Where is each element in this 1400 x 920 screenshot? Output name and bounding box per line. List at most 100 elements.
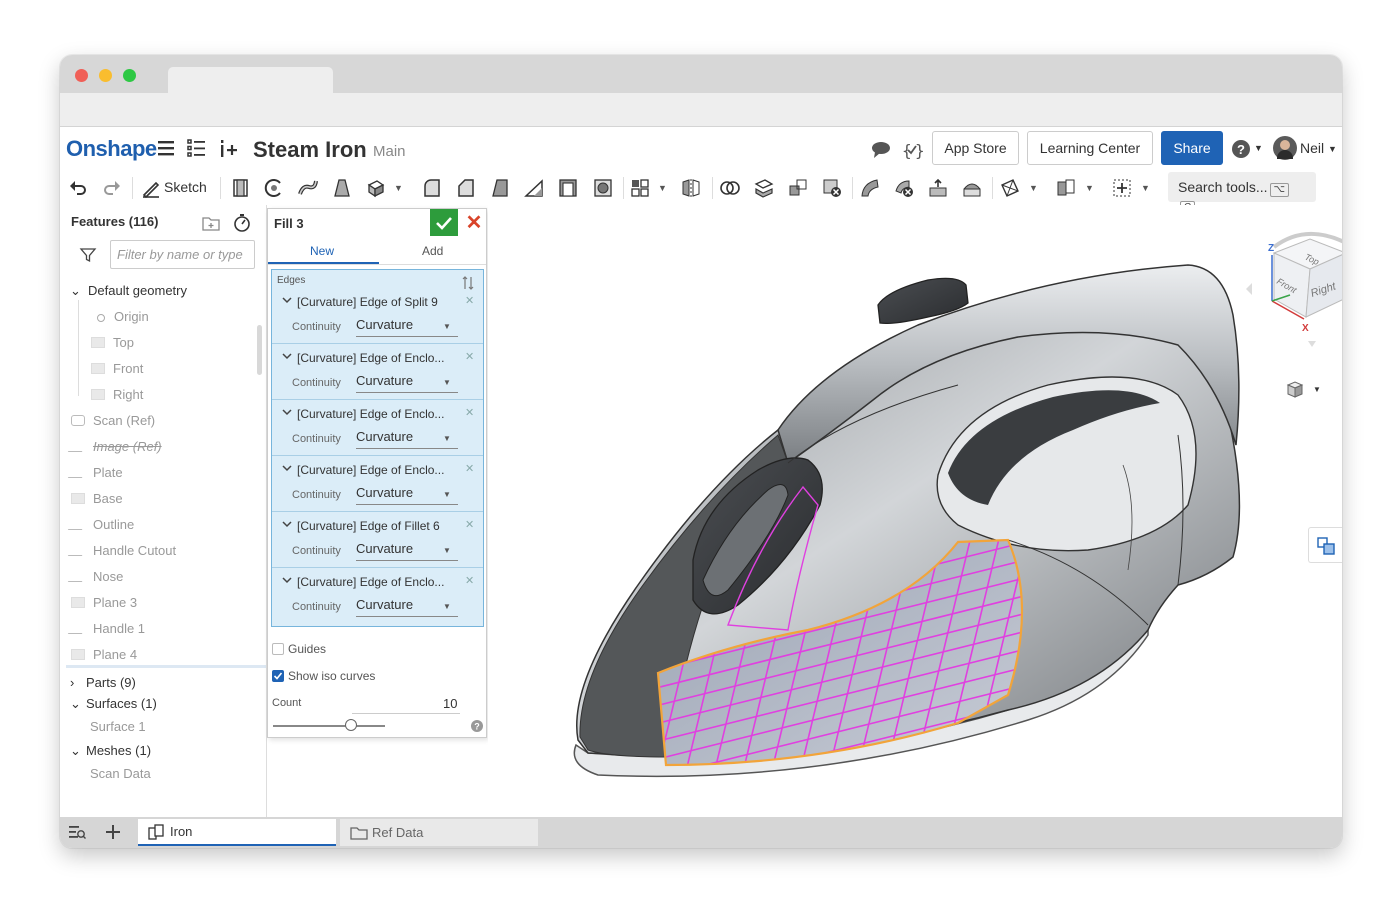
guides-checkbox[interactable] [272, 643, 284, 655]
shell-icon[interactable] [557, 177, 579, 199]
replace-face-icon[interactable] [961, 177, 983, 199]
feature-item-plane-3[interactable]: Plane 3 [71, 595, 137, 610]
help-icon[interactable]: ? [1231, 138, 1253, 160]
add-folder-icon[interactable] [201, 214, 221, 232]
tab-manager-icon[interactable] [68, 824, 86, 840]
fill-title[interactable]: Fill 3 [274, 216, 304, 231]
chevron-down-icon[interactable]: ▼ [1141, 183, 1150, 193]
show-iso-curves-checkbox[interactable] [272, 670, 284, 682]
rib-icon[interactable] [523, 177, 545, 199]
plane-icon[interactable] [999, 177, 1021, 199]
chevron-down-icon[interactable] [282, 575, 292, 585]
feature-item-image-ref[interactable]: Image (Ref) [67, 439, 162, 454]
chevron-down-icon[interactable]: ▼ [443, 602, 451, 611]
feature-filter-input[interactable]: Filter by name or type [110, 240, 255, 269]
chevron-right-icon[interactable]: › [70, 675, 80, 690]
count-slider[interactable] [273, 719, 385, 731]
browser-tab[interactable] [168, 67, 333, 94]
variables-icon[interactable]: {} [901, 139, 923, 161]
user-caret-icon[interactable]: ▼ [1328, 144, 1337, 154]
chevron-down-icon[interactable]: ▼ [1313, 385, 1321, 394]
chevron-down-icon[interactable]: ⌄ [70, 696, 81, 712]
view-cube[interactable]: Top Front Right Z X [1246, 225, 1342, 385]
hole-icon[interactable] [592, 177, 614, 199]
feature-item-handle-1[interactable]: Handle 1 [67, 621, 145, 636]
maximize-window-button[interactable] [123, 69, 136, 82]
undo-icon[interactable] [67, 177, 89, 199]
edge-list-item[interactable]: [Curvature] Edge of Enclo... ✕ Continuit… [272, 568, 483, 624]
chevron-down-icon[interactable] [282, 351, 292, 361]
chevron-down-icon[interactable]: ⌄ [70, 283, 82, 299]
feature-item-scan-ref[interactable]: Scan (Ref) [71, 413, 155, 428]
feature-item-origin[interactable]: Origin [95, 309, 149, 324]
count-input[interactable]: 10 [443, 696, 457, 711]
feature-item-front[interactable]: Front [91, 361, 143, 376]
help-icon[interactable]: ? [471, 720, 483, 732]
steam-iron-model[interactable] [488, 205, 1342, 817]
feature-item-outline[interactable]: Outline [67, 517, 134, 532]
graphics-viewport[interactable]: Top Front Right Z X ▼ [488, 205, 1342, 817]
remove-edge-icon[interactable]: ✕ [465, 294, 474, 307]
appearance-panel-toggle[interactable] [1308, 527, 1342, 563]
meshes-folder[interactable]: ⌄ Meshes (1) [70, 743, 151, 759]
chevron-down-icon[interactable]: ▼ [1085, 183, 1094, 193]
user-name[interactable]: Neil [1300, 140, 1324, 156]
mirror-icon[interactable] [680, 177, 702, 199]
remove-edge-icon[interactable]: ✕ [465, 574, 474, 587]
feature-item-nose[interactable]: Nose [67, 569, 123, 584]
chevron-down-icon[interactable] [282, 463, 292, 473]
chevron-down-icon[interactable]: ▼ [394, 183, 403, 193]
insert-icon[interactable] [217, 137, 239, 159]
edge-list-item[interactable]: [Curvature] Edge of Enclo... ✕ Continuit… [272, 400, 483, 456]
chevron-down-icon[interactable] [282, 519, 292, 529]
linear-pattern-icon[interactable] [629, 177, 651, 199]
surfaces-folder[interactable]: ⌄ Surfaces (1) [70, 696, 157, 712]
fillet-icon[interactable] [421, 177, 443, 199]
chevron-down-icon[interactable] [282, 407, 292, 417]
default-geometry-folder[interactable]: ⌄ Default geometry [70, 283, 187, 299]
edge-list-item[interactable]: [Curvature] Edge of Split 9 ✕ Continuity… [272, 288, 483, 344]
chevron-down-icon[interactable] [282, 295, 292, 305]
redo-icon[interactable] [101, 177, 123, 199]
feature-item-right[interactable]: Right [91, 387, 143, 402]
sketch-button[interactable]: Sketch [164, 179, 207, 195]
view-cube-graphic[interactable]: Top Front Right Z X [1246, 225, 1342, 385]
boolean-icon[interactable] [719, 177, 741, 199]
cancel-button[interactable]: ✕ [461, 209, 487, 236]
move-face-icon[interactable] [927, 177, 949, 199]
chevron-down-icon[interactable]: ▼ [443, 322, 451, 331]
surface-item[interactable]: Surface 1 [90, 719, 146, 734]
tab-ref-data[interactable]: Ref Data [340, 819, 538, 846]
remove-edge-icon[interactable]: ✕ [465, 518, 474, 531]
rotate-down-icon[interactable] [1308, 341, 1316, 347]
remove-edge-icon[interactable]: ✕ [465, 350, 474, 363]
feature-item-base[interactable]: Base [71, 491, 123, 506]
sketch-icon[interactable] [140, 177, 162, 199]
tab-new[interactable]: New [310, 244, 334, 258]
app-store-button[interactable]: App Store [932, 131, 1019, 165]
feature-item-plate[interactable]: Plate [67, 465, 123, 480]
search-tools-input[interactable]: Search tools...⌥C [1168, 172, 1316, 215]
feature-item-top[interactable]: Top [91, 335, 134, 350]
panel-divider[interactable] [66, 665, 266, 668]
remove-edge-icon[interactable]: ✕ [465, 406, 474, 419]
feature-list-scrollbar[interactable] [257, 325, 262, 375]
comments-icon[interactable] [870, 139, 892, 161]
split-icon[interactable] [753, 177, 775, 199]
slider-thumb[interactable] [345, 719, 358, 731]
chevron-down-icon[interactable]: ▼ [1029, 183, 1038, 193]
document-title[interactable]: Steam Iron [253, 137, 367, 163]
delete-part-icon[interactable] [821, 177, 843, 199]
edge-list-item[interactable]: [Curvature] Edge of Enclo... ✕ Continuit… [272, 456, 483, 512]
edges-selection-box[interactable]: Edges [Curvature] Edge of Split 9 ✕ Cont… [271, 269, 484, 627]
accept-button[interactable] [430, 209, 458, 236]
chevron-down-icon[interactable]: ▼ [443, 434, 451, 443]
parts-folder[interactable]: › Parts (9) [70, 675, 136, 690]
thicken-icon[interactable] [365, 177, 387, 199]
tab-add[interactable]: Add [422, 244, 443, 258]
close-window-button[interactable] [75, 69, 88, 82]
add-custom-feature-icon[interactable] [1111, 177, 1133, 199]
add-tab-icon[interactable] [105, 824, 121, 840]
chevron-down-icon[interactable]: ▼ [658, 183, 667, 193]
learning-center-button[interactable]: Learning Center [1027, 131, 1153, 165]
